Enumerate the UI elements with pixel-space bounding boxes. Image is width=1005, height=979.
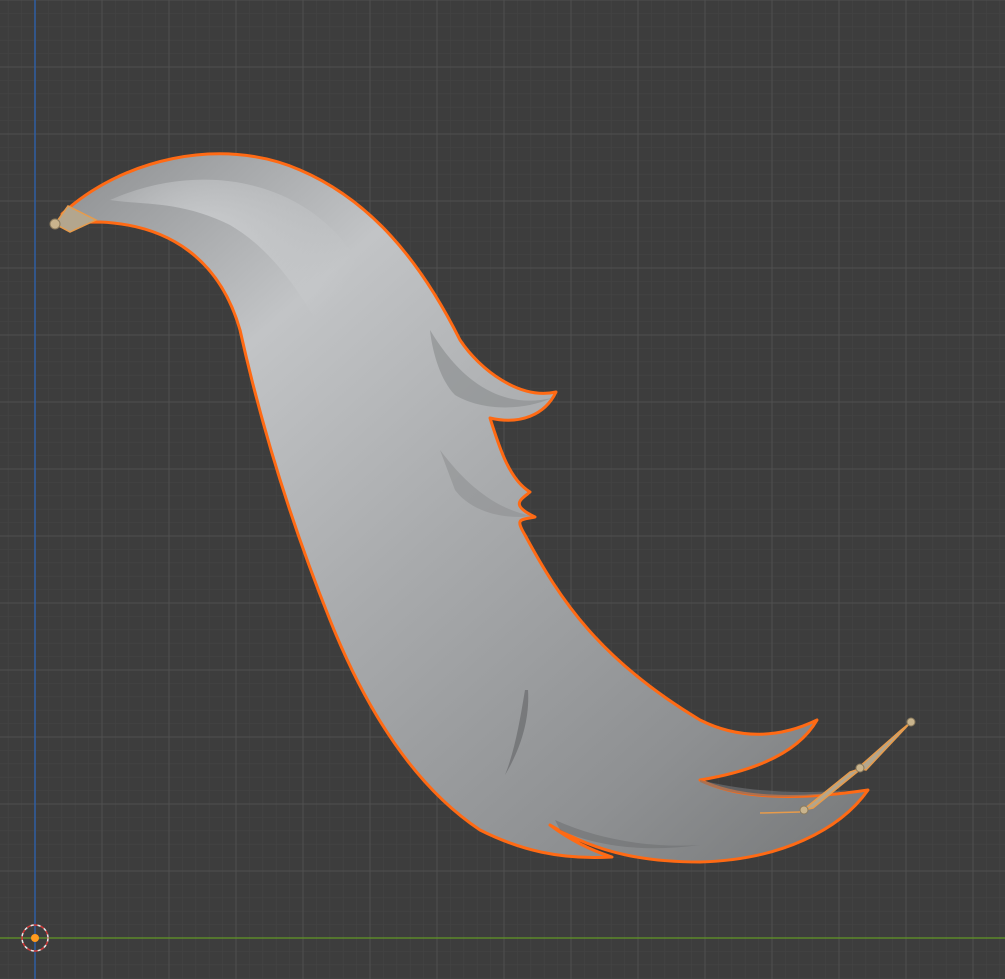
bone-end-2-body: [856, 721, 912, 771]
3d-viewport[interactable]: [0, 0, 1005, 979]
bone-end-joint-1: [799, 805, 809, 815]
origin-dot: [31, 934, 39, 942]
bone-end-tail-stub: [759, 811, 801, 814]
tail-mesh[interactable]: [60, 152, 870, 864]
scene-objects: [21, 152, 916, 952]
tail-outline: [60, 152, 870, 864]
bone-end-joint-3: [906, 717, 916, 727]
bone-root-head-joint: [49, 218, 61, 230]
3d-cursor-icon[interactable]: [21, 924, 49, 952]
bone-end-joint-2: [855, 763, 865, 773]
